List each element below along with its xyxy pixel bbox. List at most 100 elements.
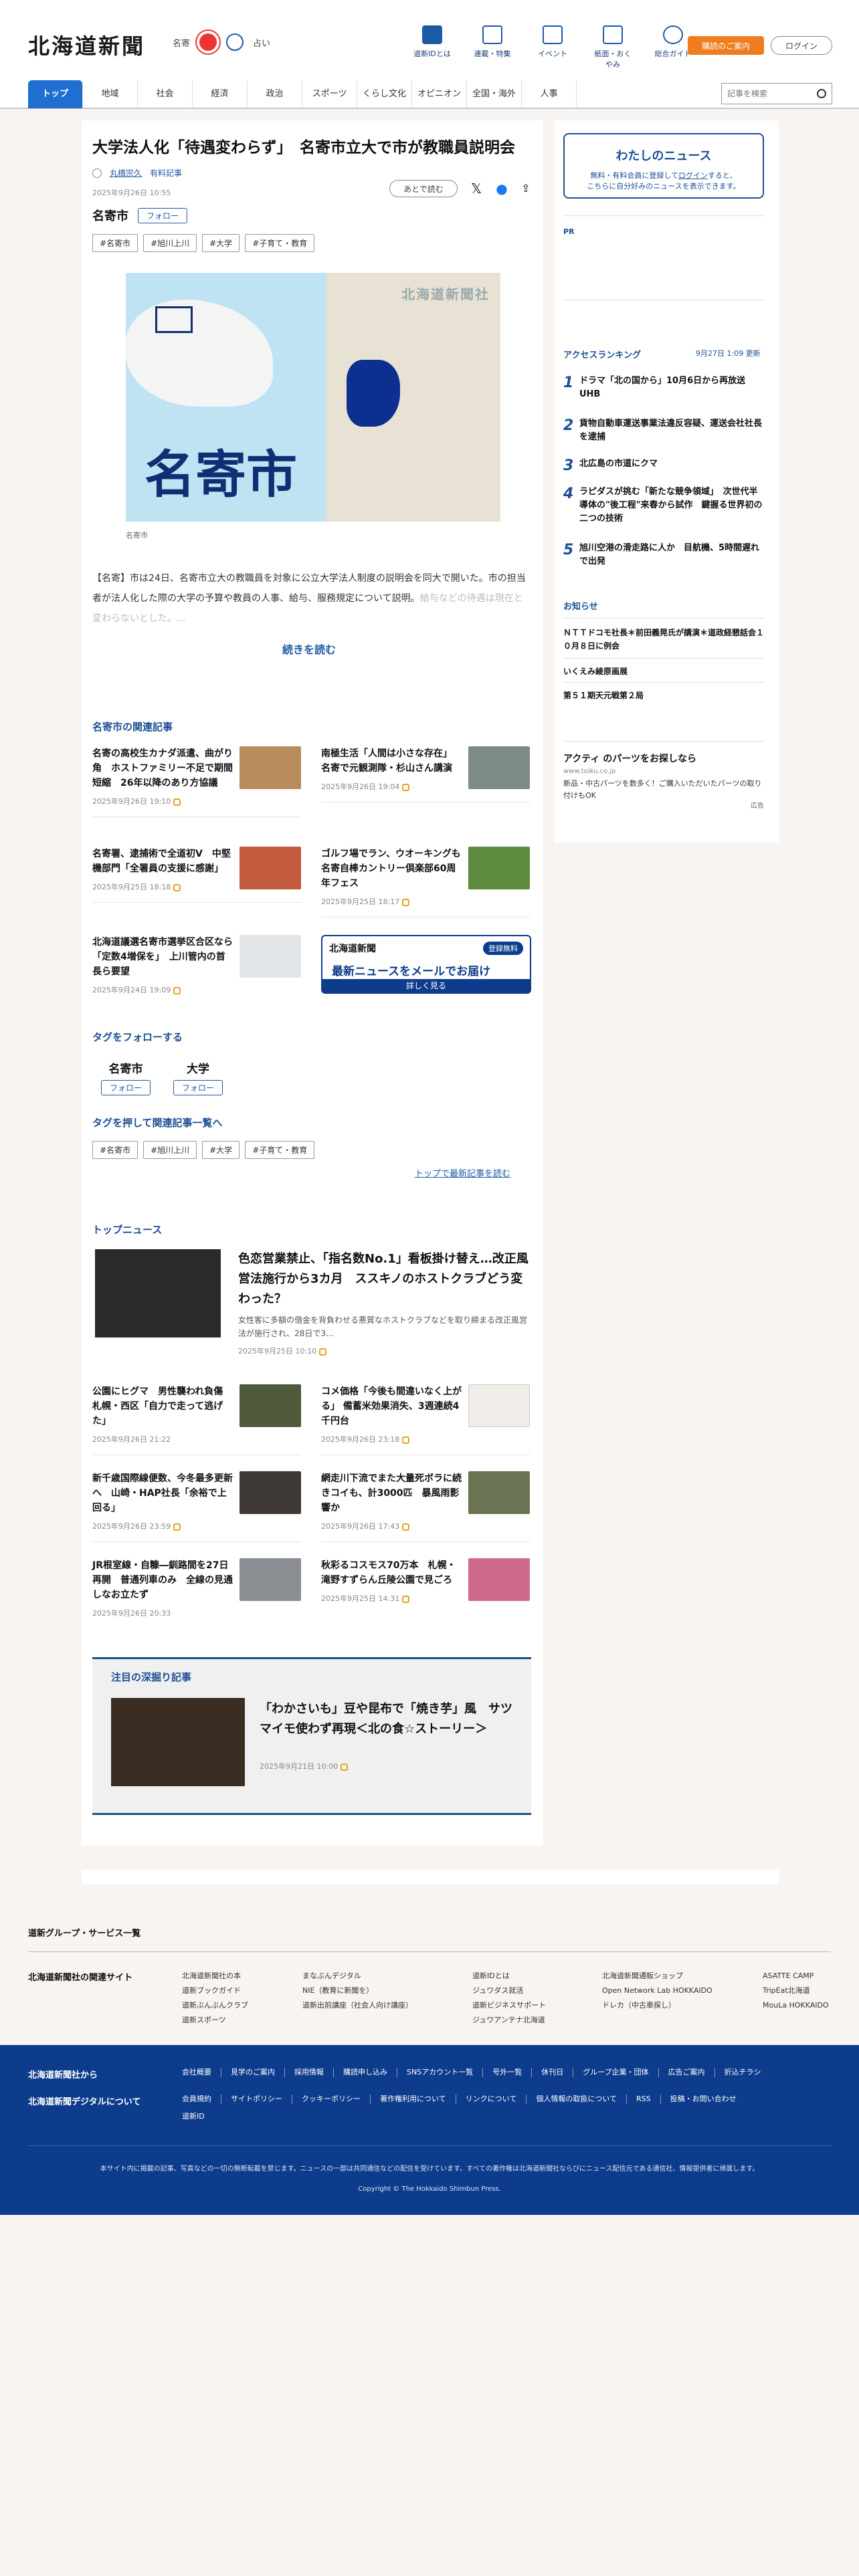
nav-world[interactable]: 全国・海外 xyxy=(467,80,522,108)
ranking-item[interactable]: 5 旭川空港の滑走路に人か 目航機、5時間遅れで出発 xyxy=(563,542,764,568)
lock-icon xyxy=(173,986,181,994)
group-col-1: 北海道新聞社の本 道新ブックガイド 道新ぶんぶんクラブ 道新スポーツ xyxy=(182,1971,248,2024)
facebook-share-icon[interactable]: ● xyxy=(494,181,510,197)
fortune-icon[interactable] xyxy=(226,33,244,51)
ad-box[interactable]: アクティ のパーツをお探しなら www.toiku.co.jp 新品・中古パーツ… xyxy=(563,752,764,810)
notice-title[interactable]: お知らせ xyxy=(563,599,598,612)
fortune-label[interactable]: 占い xyxy=(253,36,270,49)
top-news-lead[interactable]: 色恋営業禁止、「指名数No.1」看板掛け替え…改正風営法施行から3カ月 ススキノ… xyxy=(92,1247,531,1356)
tag-university[interactable]: #大学 xyxy=(202,1141,240,1159)
featured-image xyxy=(111,1698,245,1786)
newsletter-button[interactable]: 詳しく見る xyxy=(322,979,530,992)
ranking-updated: 9月27日 1:09 更新 xyxy=(696,349,761,358)
nav-region[interactable]: 地域 xyxy=(83,80,138,108)
ranking-item[interactable]: 3 北広島の市道にクマ xyxy=(563,457,764,474)
subscribe-button[interactable]: 購読のご案内 xyxy=(688,36,764,55)
nav-society[interactable]: 社会 xyxy=(138,80,193,108)
featured-title[interactable]: 注目の深掘り記事 xyxy=(111,1670,191,1684)
sun-icon xyxy=(199,33,217,51)
nav-economy[interactable]: 経済 xyxy=(193,80,248,108)
group-col-3: 道新IDとは ジュワダス就活 道新ビジネスサポート ジュワアンテナ北海道 xyxy=(472,1971,546,2024)
author-link[interactable]: 丸橋宗久 xyxy=(110,167,142,179)
topic-name: 名寄市 xyxy=(92,209,128,223)
article-title: 大学法人化「待遇変わらず」 名寄市立大で市が教職員説明会 xyxy=(92,139,516,156)
top-news-item[interactable]: JR根室線・自糠―釧路間を27日再開 普通列車のみ 全線の見通しなお立たず 20… xyxy=(92,1558,301,1618)
nav-opinion[interactable]: オピニオン xyxy=(412,80,467,108)
flag-icon xyxy=(482,25,502,44)
read-more-link[interactable]: 続きを読む xyxy=(282,641,336,657)
follow-tag-button[interactable]: フォロー xyxy=(173,1080,223,1095)
top-news-title: トップニュース xyxy=(92,1224,163,1236)
top-news-item[interactable]: 公園にヒグマ 男性襲われ負傷 札幌・西区「自力で走って逃げた」 2025年9月2… xyxy=(92,1384,301,1455)
image-caption: 名寄市 xyxy=(126,531,148,540)
related-item[interactable]: ゴルフ場でラン、ウオーキングも 名寄自棒カントリー倶楽部60周年フェス 2025… xyxy=(321,847,530,918)
top-news-thumb xyxy=(468,1384,530,1427)
shortcut-event[interactable]: イベント xyxy=(534,25,571,70)
tag-nayoro[interactable]: #名寄市 xyxy=(92,234,138,252)
tag-education[interactable]: #子育て・教育 xyxy=(245,234,315,252)
group-col-5: ASATTE CAMP TripEat北海道 MouLa HOKKAIDO xyxy=(763,1971,829,2010)
top-news-item[interactable]: 秋彩るコスモス70万本 札幌・滝野すずらん丘陵公園で見ごろ 2025年9月25日… xyxy=(321,1558,530,1604)
search-input[interactable] xyxy=(727,89,814,98)
header-shortcuts: 道新IDとは 連載・特集 イベント 紙面・おくやみ 総合ガイド xyxy=(413,25,692,70)
shortcut-guide[interactable]: 総合ガイド xyxy=(654,25,692,70)
article-date: 2025年9月26日 10:55 xyxy=(92,189,171,197)
tag-list: #名寄市 #旭川上川 #大学 #子育て・教育 xyxy=(92,1141,315,1159)
top-news-item[interactable]: コメ価格「今後も間違いなく上がる」 備蓄米効果消失、3週連続4千円台 2025年… xyxy=(321,1384,530,1455)
footer-links-id: 道新ID xyxy=(182,2112,205,2121)
read-later-button[interactable]: あとで読む xyxy=(389,180,458,197)
featured-article[interactable]: 注目の深掘り記事 「わかさいも」豆や昆布で「焼き芋」風 サツマイモ使わず再現＜北… xyxy=(92,1657,531,1815)
notice-item[interactable]: 第５１期天元戦第２局 xyxy=(563,689,764,702)
region-label[interactable]: 名寄 xyxy=(173,36,190,49)
book-icon xyxy=(422,25,442,44)
top-news-lead-image xyxy=(95,1249,221,1337)
ranking-item[interactable]: 4 ラピダスが挑む「新たな競争領域」 次世代半導体の"後工程"来春から試作 鍵握る… xyxy=(563,486,764,526)
related-item[interactable]: 名寄の高校生カナダ派遣、曲がり角 ホストファミリー不足で期間短縮 26年以降のあ… xyxy=(92,746,301,817)
tag-asahikawa[interactable]: #旭川上川 xyxy=(143,1141,197,1159)
group-col-4: 北海道新聞通販ショップ Open Network Lab HOKKAIDO ドレカ（… xyxy=(602,1971,712,2010)
newsletter-banner[interactable]: 北海道新聞 登録無料 最新ニュースをメールでお届け 詳しく見る xyxy=(321,935,531,994)
follow-topic-button[interactable]: フォロー xyxy=(138,207,188,223)
notice-item[interactable]: いくえみ綾原画展 xyxy=(563,665,764,678)
my-news-box: わたしのニュース 無料・有料会員に登録してログインすると、 こちらに自分好みのニ… xyxy=(563,133,764,199)
nav-personnel[interactable]: 人事 xyxy=(522,80,577,108)
article-topic: 名寄市 フォロー xyxy=(92,207,188,224)
related-sites-label: 北海道新聞社の関連サイト xyxy=(28,1973,133,1983)
shortcut-id[interactable]: 道新IDとは xyxy=(413,25,451,70)
tag-university[interactable]: #大学 xyxy=(202,234,240,252)
lock-icon xyxy=(173,798,181,806)
latest-articles-link[interactable]: トップで最新記事を読む xyxy=(415,1166,510,1179)
top-news-thumb xyxy=(240,1471,301,1514)
nav-sports[interactable]: スポーツ xyxy=(302,80,357,108)
site-logo[interactable]: 北海道新聞 xyxy=(28,29,145,60)
nav-life[interactable]: くらし文化 xyxy=(357,80,412,108)
related-item[interactable]: 名寄署、逮捕術で全道初V 中堅機部門「全署員の支援に感謝」 2025年9月25日… xyxy=(92,847,301,903)
hero-map-image[interactable]: 名寄市 北海道新聞社 xyxy=(126,273,500,522)
nav-top[interactable]: トップ xyxy=(28,80,83,108)
weather-widget[interactable]: 名寄 占い xyxy=(173,33,270,51)
related-item[interactable]: 南極生活「人間は小さな存在」 名寄で元観測隊・杉山さん講演 2025年9月26日… xyxy=(321,746,530,802)
ranking-item[interactable]: 2 貨物自動車運送事業法違反容疑、運送会社社長を逮捕 xyxy=(563,417,764,444)
nav-politics[interactable]: 政治 xyxy=(248,80,302,108)
ranking-title[interactable]: アクセスランキング xyxy=(563,348,641,360)
tag-education[interactable]: #子育て・教育 xyxy=(245,1141,315,1159)
tag-asahikawa[interactable]: #旭川上川 xyxy=(143,234,197,252)
ad-label: 広告 xyxy=(751,802,764,810)
top-news-item[interactable]: 新千歳国際線便数、今冬最多更新へ 山崎・HAP社長「余裕で上回る」 2025年9… xyxy=(92,1471,301,1542)
shortcut-paper[interactable]: 紙面・おくやみ xyxy=(594,25,632,70)
shortcut-series[interactable]: 連載・特集 xyxy=(474,25,511,70)
login-button[interactable]: ログイン xyxy=(771,36,832,55)
x-share-icon[interactable]: 𝕏 xyxy=(468,181,484,197)
share-icon[interactable]: ⇪ xyxy=(518,181,534,197)
notice-item[interactable]: ＮＴＴドコモ社長＊前田義晃氏が講演＊道政経懇話会１０月８日に例会 xyxy=(563,626,764,653)
my-news-login-link[interactable]: ログイン xyxy=(678,171,708,180)
ranking-item[interactable]: 1 ドラマ「北の国から」10月6日から再放送 UHB xyxy=(563,374,764,401)
related-thumb xyxy=(468,847,530,889)
tag-nayoro[interactable]: #名寄市 xyxy=(92,1141,138,1159)
related-item[interactable]: 北海道議選名寄市選挙区合区なら「定数4増保を」 上川管内の首長ら要望 2025年… xyxy=(92,935,301,995)
top-news-item[interactable]: 網走川下流でまた大量死ボラに続きコイも、計3000匹 暴風雨影響か 2025年9… xyxy=(321,1471,530,1542)
site-header: 北海道新聞 名寄 占い 道新IDとは 連載・特集 イベント 紙面・おくやみ 総合… xyxy=(0,0,859,109)
search-icon[interactable] xyxy=(817,89,826,98)
group-services-title[interactable]: 道新グループ・サービス一覧 xyxy=(28,1926,140,1939)
follow-tag-button[interactable]: フォロー xyxy=(100,1080,151,1095)
